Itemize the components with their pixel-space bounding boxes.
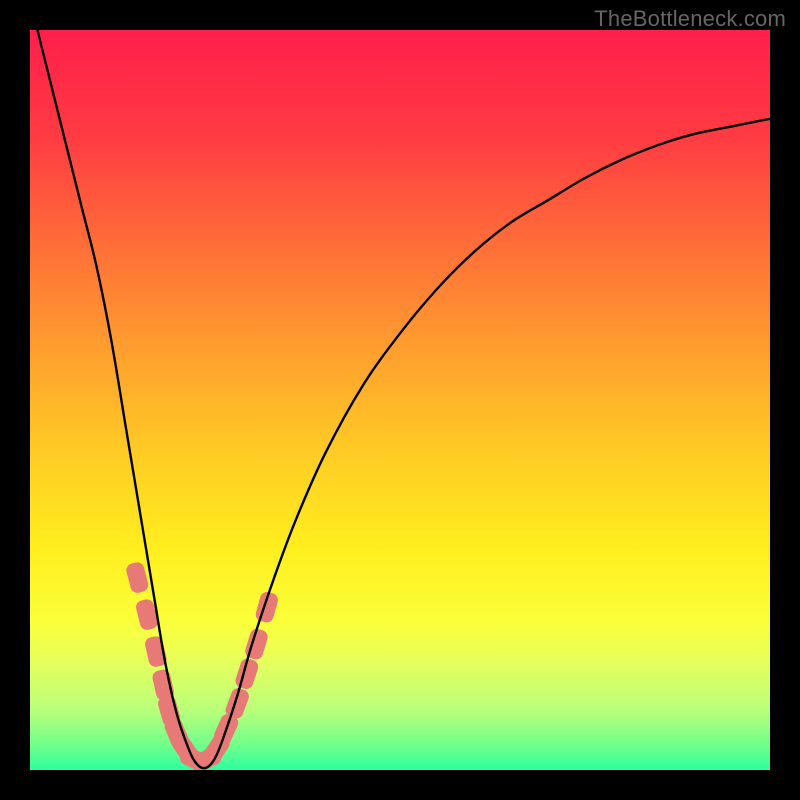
chart-frame: TheBottleneck.com — [0, 0, 800, 800]
background-gradient — [30, 30, 770, 770]
watermark-text: TheBottleneck.com — [594, 6, 786, 32]
plot-area — [30, 30, 770, 770]
